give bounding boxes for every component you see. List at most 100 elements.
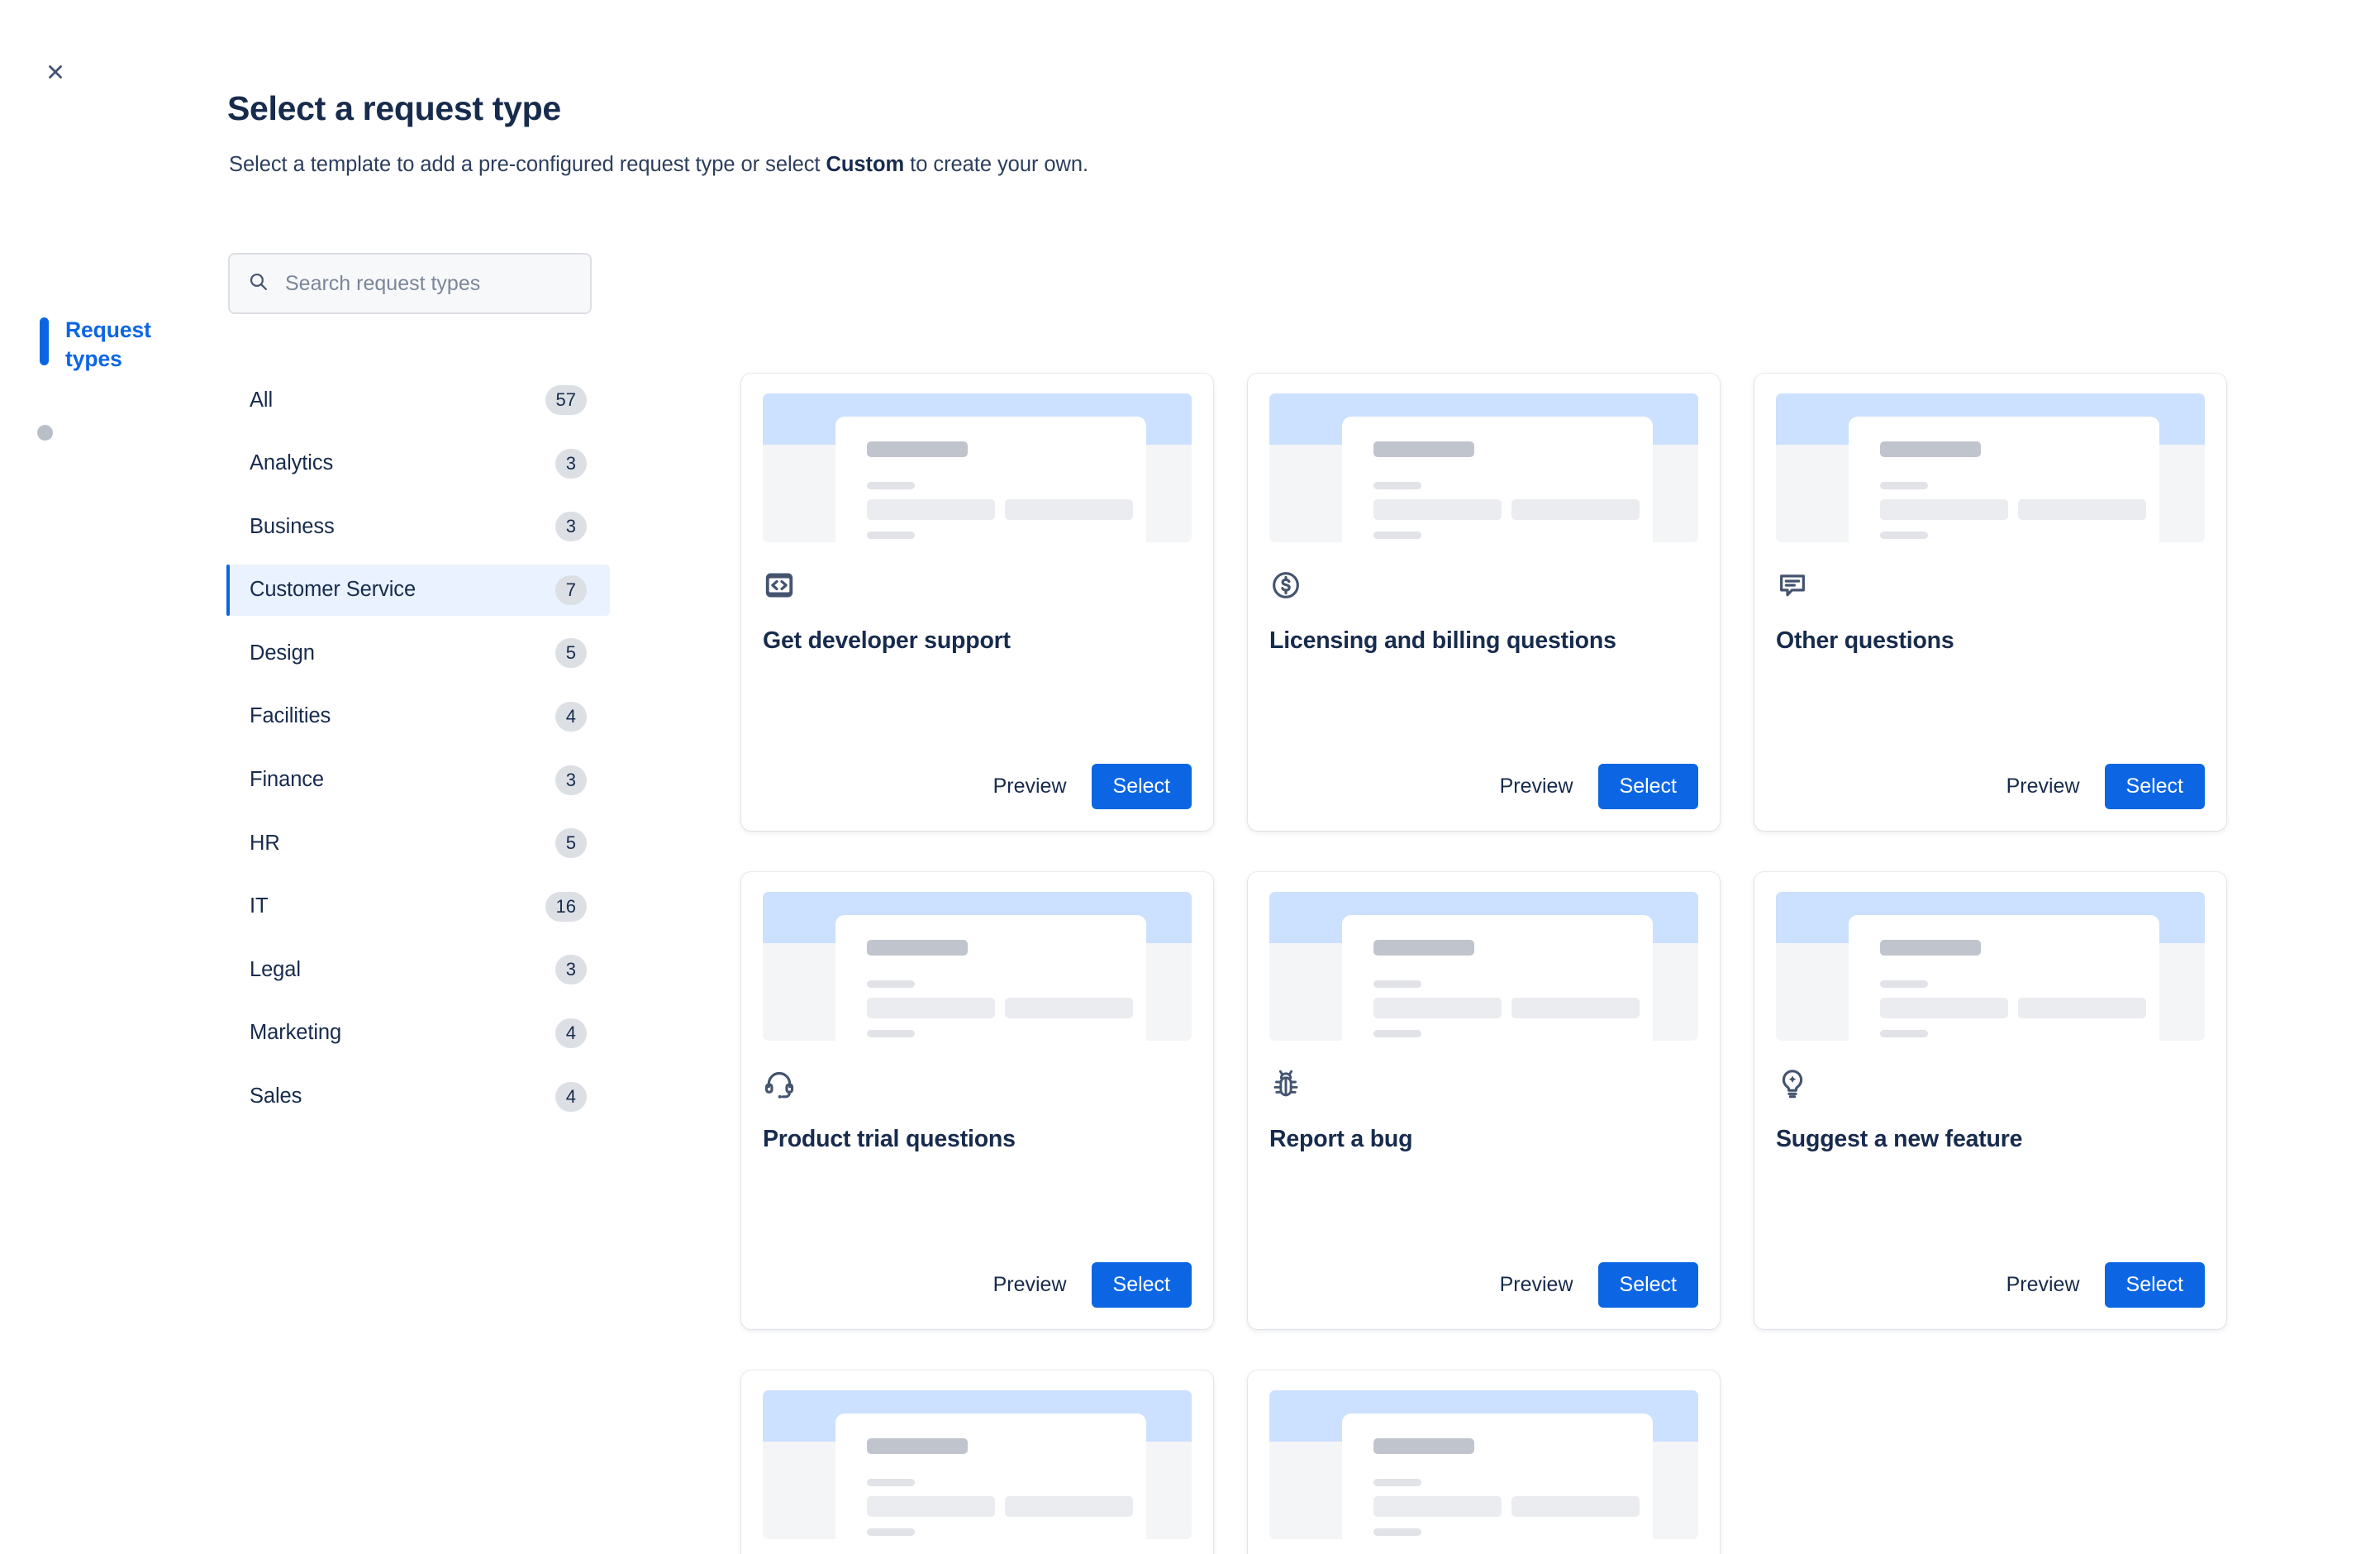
step-active-indicator <box>40 317 49 365</box>
template-card[interactable]: Get developer support Preview Select <box>741 374 1213 831</box>
skeleton-bar <box>1880 1030 1928 1037</box>
template-thumbnail <box>763 892 1192 1041</box>
template-thumbnail <box>1776 892 2205 1041</box>
template-card-actions: Preview Select <box>980 1262 1192 1308</box>
category-item-it[interactable]: IT 16 <box>226 881 610 932</box>
category-item-design[interactable]: Design 5 <box>226 627 610 679</box>
template-thumbnail <box>1269 393 1698 542</box>
step-rail: Request types <box>37 316 230 441</box>
preview-button[interactable]: Preview <box>1487 1263 1587 1307</box>
select-request-type-dialog: Request types Select a request type Sele… <box>0 0 2380 1554</box>
skeleton-bar <box>1511 1496 1640 1517</box>
select-button[interactable]: Select <box>2104 764 2205 809</box>
skeleton-bar <box>1373 1528 1421 1536</box>
step-item-request-types[interactable]: Request types <box>40 316 230 374</box>
template-card-actions: Preview Select <box>1487 1262 1698 1308</box>
skeleton-bar <box>1373 1496 1502 1517</box>
skeleton-bar <box>1880 980 1928 988</box>
step-dot-next[interactable] <box>37 424 53 441</box>
skeleton-bar <box>867 482 915 489</box>
skeleton-bar <box>867 1528 915 1536</box>
skeleton-bar <box>2018 499 2146 520</box>
bug-icon <box>1269 1067 1302 1100</box>
preview-button[interactable]: Preview <box>1993 765 2093 808</box>
thumbnail-sheet <box>835 417 1146 542</box>
thumbnail-sheet <box>1342 417 1653 542</box>
code-icon <box>763 569 796 602</box>
skeleton-bar <box>1373 499 1502 520</box>
skeleton-bar <box>1373 940 1474 956</box>
skeleton-bar <box>867 441 968 457</box>
template-title: Licensing and billing questions <box>1269 627 1616 654</box>
skeleton-bar <box>1373 998 1502 1018</box>
template-thumbnail <box>1776 393 2205 542</box>
skeleton-bar <box>867 1496 995 1517</box>
skeleton-bar <box>1880 441 1981 457</box>
template-card-actions: Preview Select <box>980 764 1192 809</box>
template-title: Other questions <box>1776 627 1954 654</box>
category-label: Legal <box>250 957 301 981</box>
category-count-badge: 16 <box>545 891 587 922</box>
template-card[interactable]: Product trial questions Preview Select <box>741 872 1213 1329</box>
category-label: All <box>250 388 274 412</box>
template-thumbnail <box>763 1390 1192 1539</box>
template-card[interactable]: Suggest a new feature Preview Select <box>1754 872 2226 1329</box>
select-button[interactable]: Select <box>1597 1262 1698 1308</box>
template-card-actions: Preview Select <box>1993 764 2205 809</box>
template-card[interactable] <box>741 1370 1213 1554</box>
skeleton-bar <box>1005 499 1133 520</box>
skeleton-bar <box>867 532 915 539</box>
category-label: Analytics <box>250 451 334 475</box>
preview-button[interactable]: Preview <box>980 765 1080 808</box>
skeleton-bar <box>867 1030 915 1037</box>
select-button[interactable]: Select <box>1091 1262 1192 1308</box>
category-label: HR <box>250 831 280 855</box>
category-item-finance[interactable]: Finance 3 <box>226 755 610 806</box>
template-thumbnail <box>1269 1390 1698 1539</box>
subtitle-custom-emphasis: Custom <box>826 153 905 176</box>
template-card[interactable]: Licensing and billing questions Preview Se… <box>1248 374 1720 831</box>
category-item-all[interactable]: All 57 <box>226 374 610 426</box>
select-button[interactable]: Select <box>2104 1262 2205 1308</box>
category-item-legal[interactable]: Legal 3 <box>226 944 610 995</box>
select-button[interactable]: Select <box>1091 764 1192 809</box>
search-input[interactable] <box>283 270 572 297</box>
thumbnail-sheet <box>1342 1413 1653 1539</box>
category-item-marketing[interactable]: Marketing 4 <box>226 1008 610 1059</box>
search-icon <box>248 271 269 296</box>
category-item-facilities[interactable]: Facilities 4 <box>226 691 610 742</box>
template-title: Suggest a new feature <box>1776 1126 2023 1152</box>
category-item-analytics[interactable]: Analytics 3 <box>226 438 610 489</box>
skeleton-bar <box>2018 998 2146 1018</box>
subtitle-prefix: Select a template to add a pre-configure… <box>229 153 826 176</box>
skeleton-bar <box>1373 980 1421 988</box>
category-item-hr[interactable]: HR 5 <box>226 818 610 869</box>
category-label: Sales <box>250 1084 302 1108</box>
select-button[interactable]: Select <box>1597 764 1698 809</box>
preview-button[interactable]: Preview <box>1487 765 1587 808</box>
preview-button[interactable]: Preview <box>1993 1263 2093 1307</box>
category-item-customer-service[interactable]: Customer Service 7 <box>226 564 610 616</box>
category-count-badge: 57 <box>545 385 587 415</box>
category-item-sales[interactable]: Sales 4 <box>226 1071 610 1123</box>
search-request-types-field[interactable] <box>228 253 592 314</box>
category-item-business[interactable]: Business 3 <box>226 501 610 552</box>
template-card[interactable]: Report a bug Preview Select <box>1248 872 1720 1329</box>
category-label: Business <box>250 514 335 538</box>
template-card[interactable] <box>1248 1370 1720 1554</box>
preview-button[interactable]: Preview <box>980 1263 1080 1307</box>
category-count-badge: 3 <box>555 512 587 542</box>
category-label: Design <box>250 641 315 665</box>
close-icon <box>45 61 66 83</box>
category-label: Customer Service <box>250 578 416 602</box>
template-card-actions: Preview Select <box>1487 764 1698 809</box>
template-card[interactable]: Other questions Preview Select <box>1754 374 2226 831</box>
skeleton-bar <box>867 980 915 988</box>
category-count-badge: 4 <box>555 701 587 732</box>
headset-icon <box>763 1067 796 1100</box>
close-dialog-button[interactable] <box>31 48 79 96</box>
skeleton-bar <box>1373 532 1421 539</box>
skeleton-bar <box>1511 998 1640 1018</box>
lightbulb-icon <box>1776 1067 1809 1100</box>
thumbnail-sheet <box>835 1413 1146 1539</box>
